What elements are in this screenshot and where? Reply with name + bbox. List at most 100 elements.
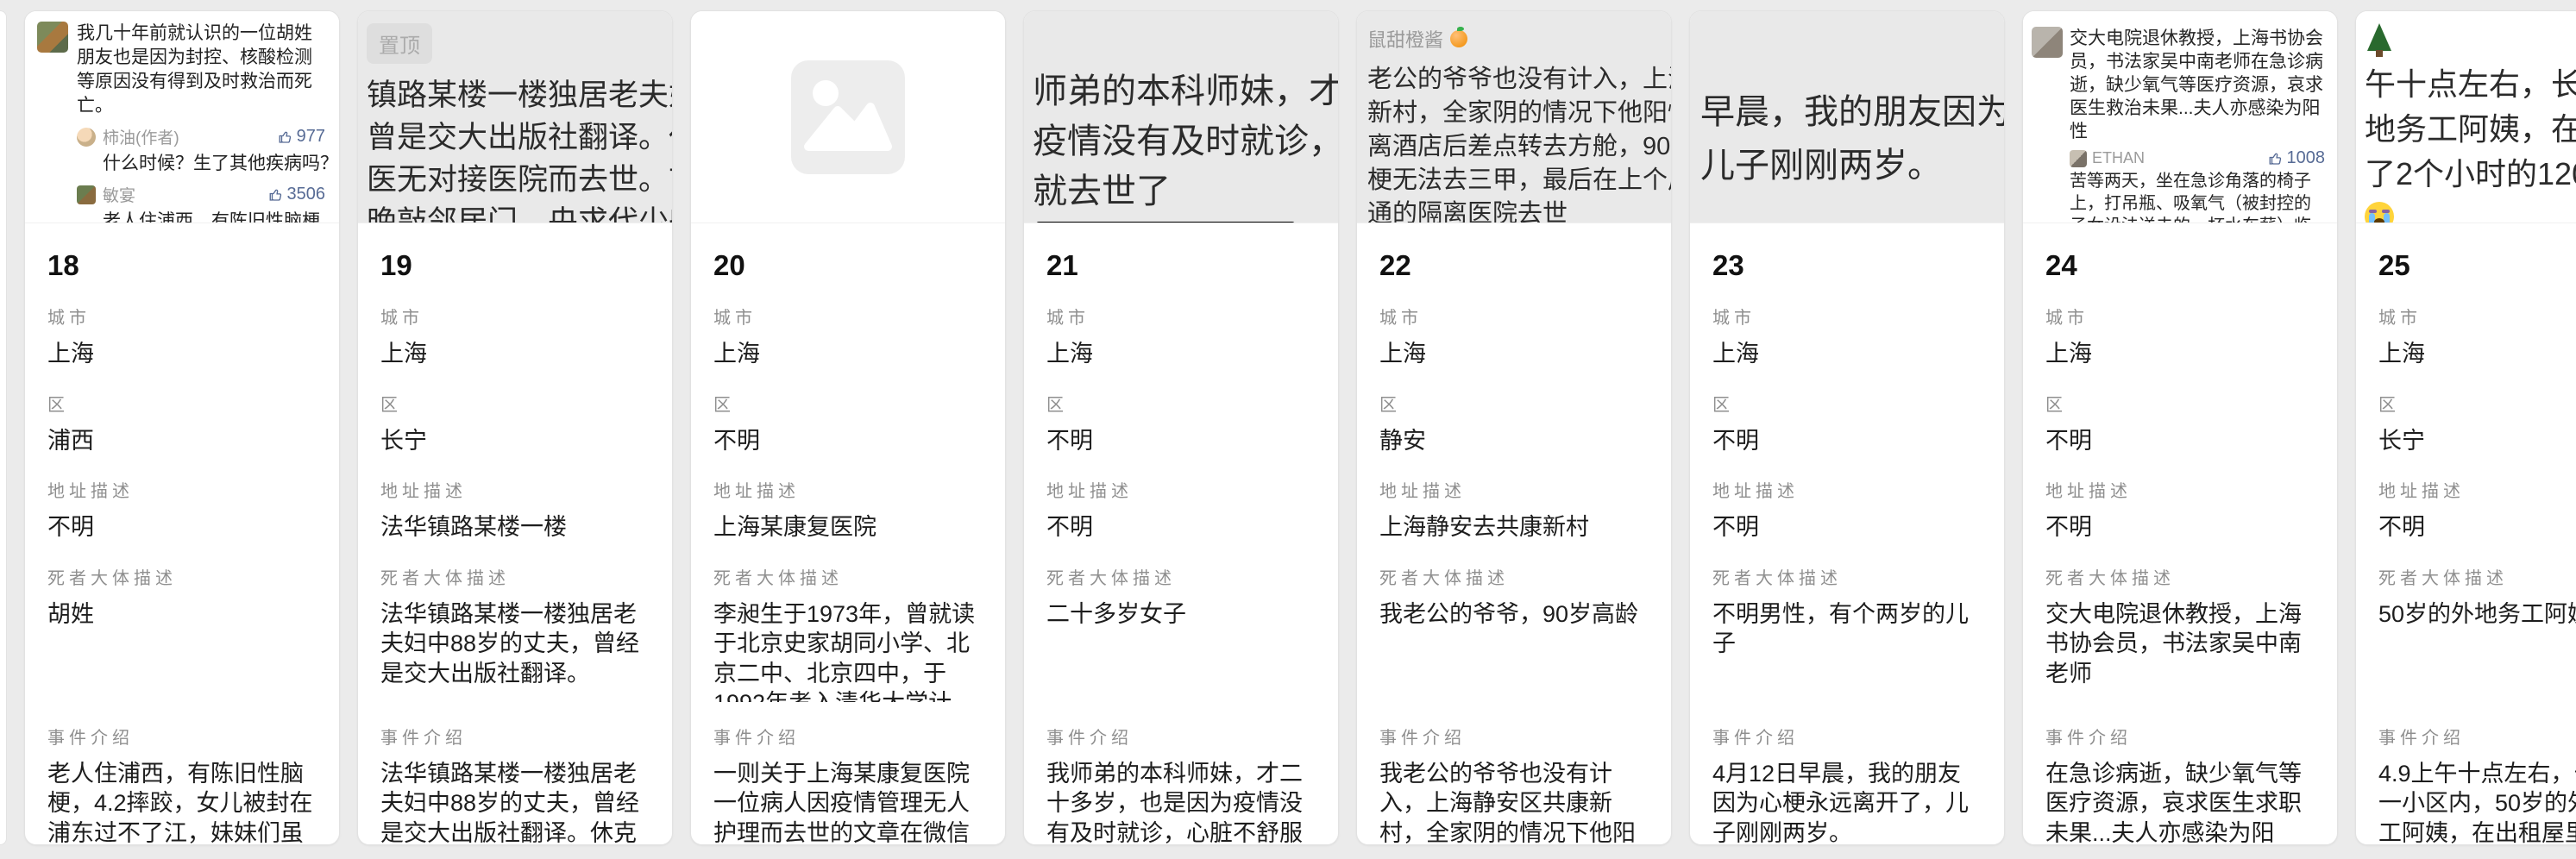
source-screenshot-wechat: 我几十年前就认识的一位胡姓朋友也是因为封控、核酸检测等原因没有得到及时救治而死亡…: [25, 11, 339, 223]
field-label-deceased: 死者大体描述: [1046, 564, 1316, 589]
record-card-23[interactable]: 早晨，我的朋友因为 儿子刚刚两岁。 23 城市上海 区不明 地址描述不明 死者大…: [1689, 10, 2005, 845]
screenshot-text: 老公的爷爷也没有计入，上海静安 新村，全家阴的情况下他阳性。被 离酒店后差点转去…: [1367, 63, 1671, 223]
record-number: 23: [1712, 249, 1982, 282]
field-label-city: 城市: [47, 304, 317, 329]
field-label-address: 地址描述: [47, 477, 317, 502]
field-label-address: 地址描述: [1379, 477, 1649, 502]
field-value-event: 一则关于上海某康复医院一位病人因疫情管理无人护理而去世的文章在微信群里流转。最早…: [713, 759, 983, 845]
record-card-22[interactable]: 鼠甜橙酱 老公的爷爷也没有计入，上海静安 新村，全家阴的情况下他阳性。被 离酒店…: [1356, 10, 1672, 845]
field-value-event: 老人住浦西，有陈旧性脑梗，4.2摔跤，女儿被封在浦东过不了江，妹妹们虽住浦西但也…: [47, 759, 317, 845]
like-count: 977: [278, 127, 327, 147]
screenshot-text: 师弟的本科师妹，才二 疫情没有及时就诊，心 就去世了: [1033, 66, 1338, 216]
field-value-deceased: 我老公的爷爷，90岁高龄: [1379, 599, 1649, 630]
record-card-18[interactable]: 我几十年前就认识的一位胡姓朋友也是因为封控、核酸检测等原因没有得到及时救治而死亡…: [24, 10, 340, 845]
field-value-district: 不明: [713, 426, 983, 456]
field-value-deceased: 李昶生于1973年，曾就读于北京史家胡同小学、北京二中、北京四中，于1992年考…: [713, 599, 983, 702]
record-number: 21: [1046, 249, 1316, 282]
avatar: [77, 128, 96, 147]
field-label-event: 事件介绍: [1712, 724, 1982, 749]
record-number: 20: [713, 249, 983, 282]
record-card-24[interactable]: 交大电院退休教授，上海书协会员，书法家吴中南老师在急诊病逝，缺少氧气等医疗资源，…: [2022, 10, 2338, 845]
poster-name: 鼠甜橙酱: [1367, 25, 1443, 53]
field-label-deceased: 死者大体描述: [1712, 564, 1982, 589]
record-card-25[interactable]: 午十点左右，长宁的一小 地务工阿姨，在出租屋里 了2个小时的120赶到时 25 …: [2355, 10, 2576, 845]
screenshot-text: 早晨，我的朋友因为 儿子刚刚两岁。: [1700, 85, 2004, 192]
field-label-deceased: 死者大体描述: [380, 564, 650, 589]
field-value-deceased: 交大电院退休教授，上海书协会员，书法家吴中南老师: [2045, 599, 2315, 689]
field-label-address: 地址描述: [1046, 477, 1316, 502]
source-screenshot-post: 鼠甜橙酱 老公的爷爷也没有计入，上海静安 新村，全家阴的情况下他阳性。被 离酒店…: [1357, 11, 1671, 223]
record-card-21[interactable]: 师弟的本科师妹，才二 疫情没有及时就诊，心 就去世了 21 城市上海 区不明 地…: [1023, 10, 1339, 845]
field-value-event: 法华镇路某楼一楼独居老夫妇中88岁的丈夫，曾经是交大出版社翻译。休克后110、1…: [380, 759, 650, 845]
field-value-event: 我师弟的本科师妹，才二十多岁，也是因为疫情没有及时就诊，心脏不舒服送医院隔天就去…: [1046, 759, 1316, 845]
field-value-address: 法华镇路某楼一楼: [380, 512, 650, 542]
field-label-city: 城市: [2378, 304, 2576, 329]
field-value-district: 静安: [1379, 426, 1649, 456]
crying-face-emoji: [2365, 202, 2394, 223]
field-label-address: 地址描述: [2045, 477, 2315, 502]
avatar: [2070, 150, 2087, 167]
field-label-district: 区: [2045, 391, 2315, 416]
field-value-deceased: 不明男性，有个两岁的儿子: [1712, 599, 1982, 659]
thumb-up-icon: [278, 129, 293, 145]
field-label-city: 城市: [713, 304, 983, 329]
screenshot-main-text: 交大电院退休教授，上海书协会员，书法家吴中南老师在急诊病逝，缺少氧气等医疗资源，…: [2070, 27, 2327, 143]
field-value-address: 不明: [47, 512, 317, 542]
field-value-district: 长宁: [380, 426, 650, 456]
field-label-district: 区: [47, 391, 317, 416]
field-value-city: 上海: [2045, 339, 2315, 369]
screenshot-comments: 柿油(作者) 977 什么时候？生了其他疾病吗？ 敏宴 3506 老人住浦西，有…: [77, 125, 327, 223]
commenter-name: 敏宴: [103, 183, 135, 206]
avatar: [77, 185, 96, 204]
source-screenshot-weibo: 交大电院退休教授，上海书协会员，书法家吴中南老师在急诊病逝，缺少氧气等医疗资源，…: [2023, 11, 2337, 223]
field-value-deceased: 法华镇路某楼一楼独居老夫妇中88岁的丈夫，曾经是交大出版社翻译。: [380, 599, 650, 689]
image-placeholder-icon: [791, 60, 905, 174]
commenter-name: ETHAN: [2092, 149, 2145, 167]
source-screenshot-bigtext: 午十点左右，长宁的一小 地务工阿姨，在出租屋里 了2个小时的120赶到时: [2356, 11, 2576, 223]
record-number: 19: [380, 249, 650, 282]
thumb-up-icon: [268, 187, 284, 203]
avatar: [2032, 27, 2063, 58]
field-value-city: 上海: [1379, 339, 1649, 369]
field-value-event: 4.9上午十点左右，长宁的一小区内，50岁的外地务工阿姨，在出租屋里心梗发作，等…: [2378, 759, 2576, 845]
field-value-city: 上海: [380, 339, 650, 369]
field-value-address: 上海某康复医院: [713, 512, 983, 542]
field-label-deceased: 死者大体描述: [2045, 564, 2315, 589]
field-value-district: 不明: [1712, 426, 1982, 456]
field-label-city: 城市: [1046, 304, 1316, 329]
record-number: 18: [47, 249, 317, 282]
field-value-city: 上海: [2378, 339, 2576, 369]
field-value-deceased: 胡姓: [47, 599, 317, 630]
field-value-address: 不明: [1046, 512, 1316, 542]
screenshot-text: 镇路某楼一楼独居老夫妇中 曾是交大出版社翻译。休克 医无对接医院而去世。70 晚…: [367, 74, 672, 223]
cut-off-row: [2032, 18, 2327, 27]
record-number: 24: [2045, 249, 2315, 282]
black-underline-mark: [1036, 222, 1295, 223]
record-card-19[interactable]: 置顶 镇路某楼一楼独居老夫妇中 曾是交大出版社翻译。休克 医无对接医院而去世。7…: [357, 10, 673, 845]
screenshot-text: 午十点左右，长宁的一小 地务工阿姨，在出租屋里 了2个小时的120赶到时: [2365, 62, 2576, 197]
field-label-city: 城市: [380, 304, 650, 329]
field-label-district: 区: [1712, 391, 1982, 416]
field-label-event: 事件介绍: [1379, 724, 1649, 749]
record-card-20[interactable]: 20 城市上海 区不明 地址描述上海某康复医院 死者大体描述李昶生于1973年，…: [690, 10, 1006, 845]
field-value-city: 上海: [1046, 339, 1316, 369]
field-label-address: 地址描述: [2378, 477, 2576, 502]
field-label-event: 事件介绍: [380, 724, 650, 749]
field-label-deceased: 死者大体描述: [2378, 564, 2576, 589]
orange-emoji: [1450, 30, 1467, 47]
field-value-district: 不明: [2045, 426, 2315, 456]
field-value-district: 长宁: [2378, 426, 2576, 456]
field-value-district: 不明: [1046, 426, 1316, 456]
field-value-deceased: 二十多岁女子: [1046, 599, 1316, 630]
field-label-deceased: 死者大体描述: [47, 564, 317, 589]
field-value-address: 不明: [2378, 512, 2576, 542]
field-value-city: 上海: [713, 339, 983, 369]
field-label-district: 区: [1046, 391, 1316, 416]
field-label-city: 城市: [1379, 304, 1649, 329]
field-label-district: 区: [380, 391, 650, 416]
field-label-address: 地址描述: [380, 477, 650, 502]
field-label-event: 事件介绍: [2378, 724, 2576, 749]
partial-card-previous[interactable]: [0, 10, 7, 845]
field-label-district: 区: [1379, 391, 1649, 416]
source-screenshot-bigtext: 早晨，我的朋友因为 儿子刚刚两岁。: [1690, 11, 2004, 223]
